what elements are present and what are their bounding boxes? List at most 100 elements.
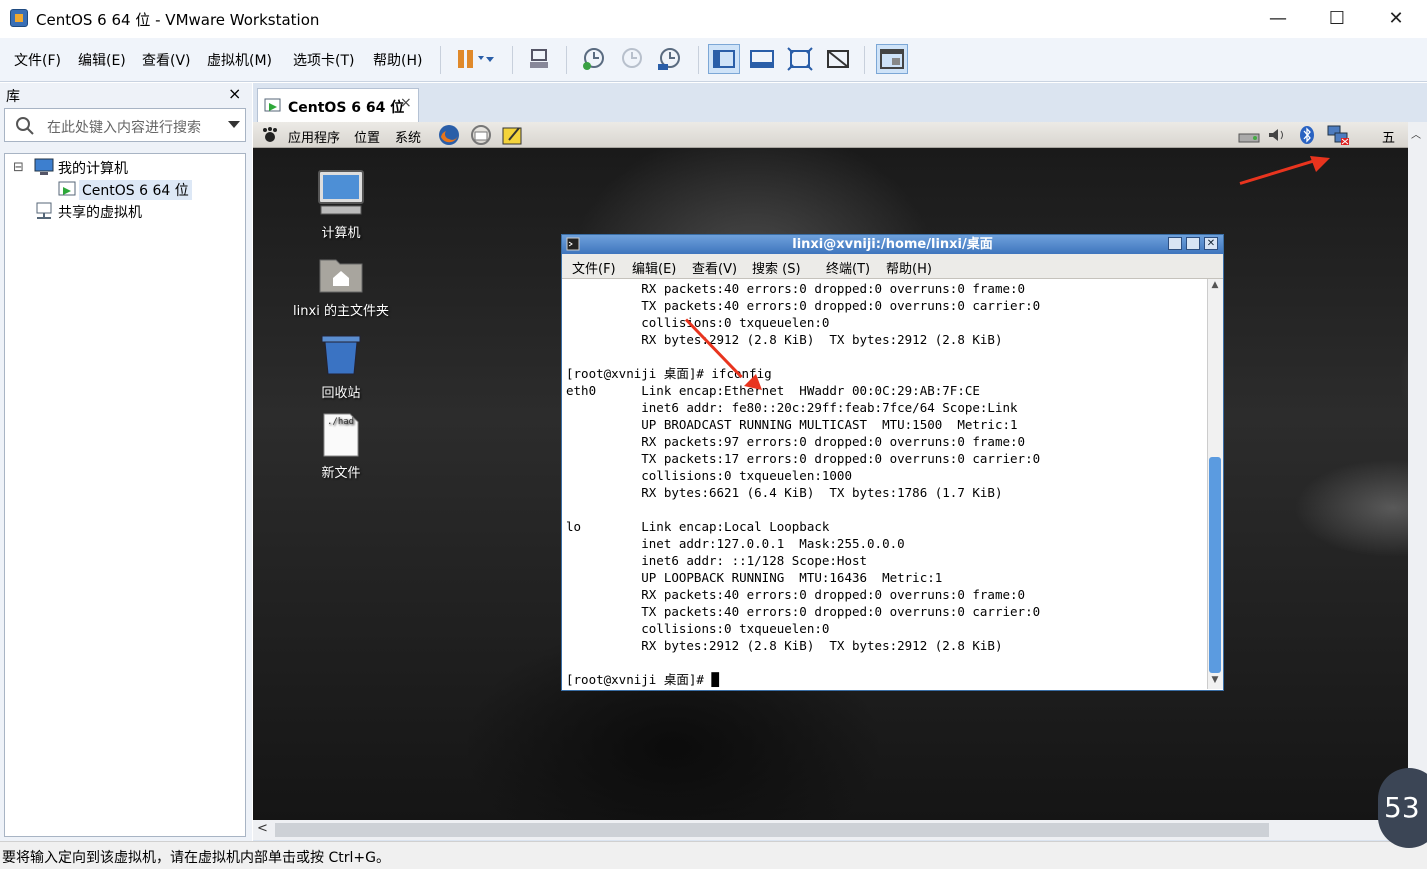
library-tree: ⊟ 我的计算机 CentOS 6 64 位 共享的虚拟机 — [4, 153, 246, 837]
search-placeholder: 在此处键入内容进行搜索 — [47, 120, 201, 136]
firefox-icon[interactable] — [437, 123, 461, 147]
library-panel: 库 × 在此处键入内容进行搜索 ⊟ 我的计算机 CentOS 6 64 位 共享… — [0, 83, 252, 841]
desktop-icon-label: linxi 的主文件夹 — [293, 304, 389, 319]
snapshot-manager-icon[interactable] — [654, 44, 686, 74]
library-search-input[interactable]: 在此处键入内容进行搜索 — [4, 108, 246, 142]
toolbar-separator — [440, 46, 441, 74]
terminal-scroll-thumb[interactable] — [1209, 457, 1221, 673]
tree-collapse-toggle[interactable]: ⊟ — [13, 160, 24, 175]
vm-running-icon — [58, 181, 76, 196]
toolbar-separator — [698, 46, 699, 74]
text-editor-icon[interactable] — [501, 124, 525, 146]
tab-centos-vm[interactable]: CentOS 6 64 位 × — [257, 88, 419, 122]
minimize-button[interactable]: — — [1250, 0, 1306, 38]
terminal-close-button[interactable]: ✕ — [1204, 237, 1218, 250]
terminal-menu-file[interactable]: 文件(F) — [572, 258, 616, 277]
terminal-output[interactable]: RX packets:40 errors:0 dropped:0 overrun… — [566, 280, 1206, 688]
tree-item-my-computer[interactable]: 我的计算机 — [58, 158, 128, 178]
close-button[interactable]: ✕ — [1368, 0, 1424, 38]
toolbar-separator — [864, 46, 865, 74]
mail-icon[interactable] — [469, 124, 493, 146]
desktop-icon-new-file[interactable]: ./had 新文件 — [291, 412, 391, 481]
desktop-icon-label: 计算机 — [321, 226, 361, 241]
library-close-button[interactable]: × — [228, 84, 241, 103]
document-icon: ./had — [323, 413, 359, 457]
chevron-down-icon[interactable] — [478, 44, 510, 74]
terminal-scrollbar[interactable]: ▲ ▼ — [1207, 279, 1223, 689]
snapshot-icon[interactable] — [578, 44, 610, 74]
guest-menu-system[interactable]: 系统 — [395, 127, 421, 146]
file-icon-text: ./had — [327, 417, 354, 427]
tab-close-button[interactable]: × — [400, 95, 412, 111]
toolbar-separator — [512, 46, 513, 74]
terminal-menu-search[interactable]: 搜索 (S) — [752, 258, 801, 277]
terminal-maximize-button[interactable] — [1186, 237, 1200, 250]
home-folder-icon — [319, 259, 363, 293]
desktop-icon-trash[interactable]: 回收站 — [291, 332, 391, 401]
thumbnail-bar-icon[interactable] — [746, 44, 778, 74]
desktop-icon-home[interactable]: linxi 的主文件夹 — [291, 252, 391, 319]
tree-item-centos-vm[interactable]: CentOS 6 64 位 — [79, 180, 192, 200]
volume-icon[interactable] — [1267, 126, 1287, 144]
terminal-menu-view[interactable]: 查看(V) — [692, 258, 737, 277]
trash-icon — [321, 335, 361, 375]
menu-file[interactable]: 文件(F) — [14, 50, 61, 70]
chevron-down-icon[interactable]: ▼ — [1209, 675, 1221, 688]
horizontal-scroll-thumb[interactable] — [275, 823, 1269, 837]
status-bar: 要将输入定向到该虚拟机，请在虚拟机内部单击或按 Ctrl+G。 — [0, 841, 1427, 869]
horizontal-scrollbar[interactable]: < — [253, 820, 1427, 840]
terminal-minimize-button[interactable] — [1168, 237, 1182, 250]
terminal-title: linxi@xvniji:/home/linxi/桌面 — [792, 237, 993, 252]
desktop-icon-label: 新文件 — [321, 466, 361, 481]
guest-menu-places[interactable]: 位置 — [354, 127, 380, 146]
shared-vm-icon — [36, 202, 52, 219]
title-bar: CentOS 6 64 位 - VMware Workstation — ☐ ✕ — [0, 0, 1427, 38]
window-title: CentOS 6 64 位 - VMware Workstation — [36, 11, 320, 29]
menu-toolbar: 文件(F) 编辑(E) 查看(V) 虚拟机(M) 选项卡(T) 帮助(H) — [0, 38, 1427, 82]
bluetooth-icon[interactable] — [1299, 125, 1315, 145]
vmware-app-icon — [10, 9, 28, 27]
menu-vm[interactable]: 虚拟机(M) — [207, 50, 272, 70]
network-disconnected-icon[interactable] — [1326, 124, 1352, 146]
terminal-menu-bar: 文件(F) 编辑(E) 查看(V) 搜索 (S) 终端(T) 帮助(H) — [562, 254, 1223, 279]
terminal-menu-help[interactable]: 帮助(H) — [886, 258, 932, 277]
guest-menu-applications[interactable]: 应用程序 — [288, 127, 340, 146]
menu-help[interactable]: 帮助(H) — [373, 50, 422, 70]
terminal-menu-edit[interactable]: 编辑(E) — [632, 258, 676, 277]
menu-tabs[interactable]: 选项卡(T) — [293, 50, 354, 70]
chevron-up-icon[interactable]: ▲ — [1209, 280, 1221, 293]
maximize-button[interactable]: ☐ — [1309, 0, 1365, 38]
vertical-scrollbar[interactable]: ︿ — [1408, 122, 1427, 820]
full-screen-icon[interactable] — [784, 44, 816, 74]
desktop-icon-computer[interactable]: 计算机 — [291, 168, 391, 241]
search-icon — [16, 117, 34, 135]
revert-snapshot-icon — [616, 44, 648, 74]
computer-icon — [34, 158, 54, 175]
terminal-title-bar[interactable]: linxi@xvniji:/home/linxi/桌面 ✕ — [562, 235, 1223, 254]
tab-label: CentOS 6 64 位 — [288, 100, 405, 116]
desktop-icon-label: 回收站 — [321, 386, 361, 401]
gnome-foot-icon — [263, 127, 277, 142]
terminal-icon — [566, 237, 580, 251]
chevron-up-icon[interactable]: ︿ — [1411, 126, 1421, 141]
tree-item-shared-vms[interactable]: 共享的虚拟机 — [58, 202, 142, 222]
terminal-menu-terminal[interactable]: 终端(T) — [826, 258, 870, 277]
menu-view[interactable]: 查看(V) — [142, 50, 191, 70]
guest-top-panel: 应用程序 位置 系统 五 — [253, 122, 1408, 148]
menu-edit[interactable]: 编辑(E) — [78, 50, 126, 70]
send-ctrl-alt-del-icon[interactable] — [524, 44, 556, 74]
unity-icon[interactable] — [822, 44, 854, 74]
library-title: 库 — [6, 89, 20, 105]
console-view-icon[interactable] — [876, 44, 908, 74]
chevron-down-icon[interactable] — [227, 120, 241, 130]
terminal-cursor: █ — [711, 672, 719, 687]
terminal-window[interactable]: linxi@xvniji:/home/linxi/桌面 ✕ 文件(F) 编辑(E… — [561, 234, 1224, 691]
show-library-icon[interactable] — [708, 44, 740, 74]
computer-icon — [318, 170, 364, 215]
removable-device-icon[interactable] — [1237, 126, 1263, 144]
guest-clock[interactable]: 五 — [1382, 127, 1395, 146]
chevron-left-icon[interactable]: < — [257, 821, 268, 836]
annotation-arrowhead — [1310, 156, 1330, 172]
timer-badge: 53 — [1378, 768, 1427, 848]
vm-running-icon — [264, 98, 281, 112]
